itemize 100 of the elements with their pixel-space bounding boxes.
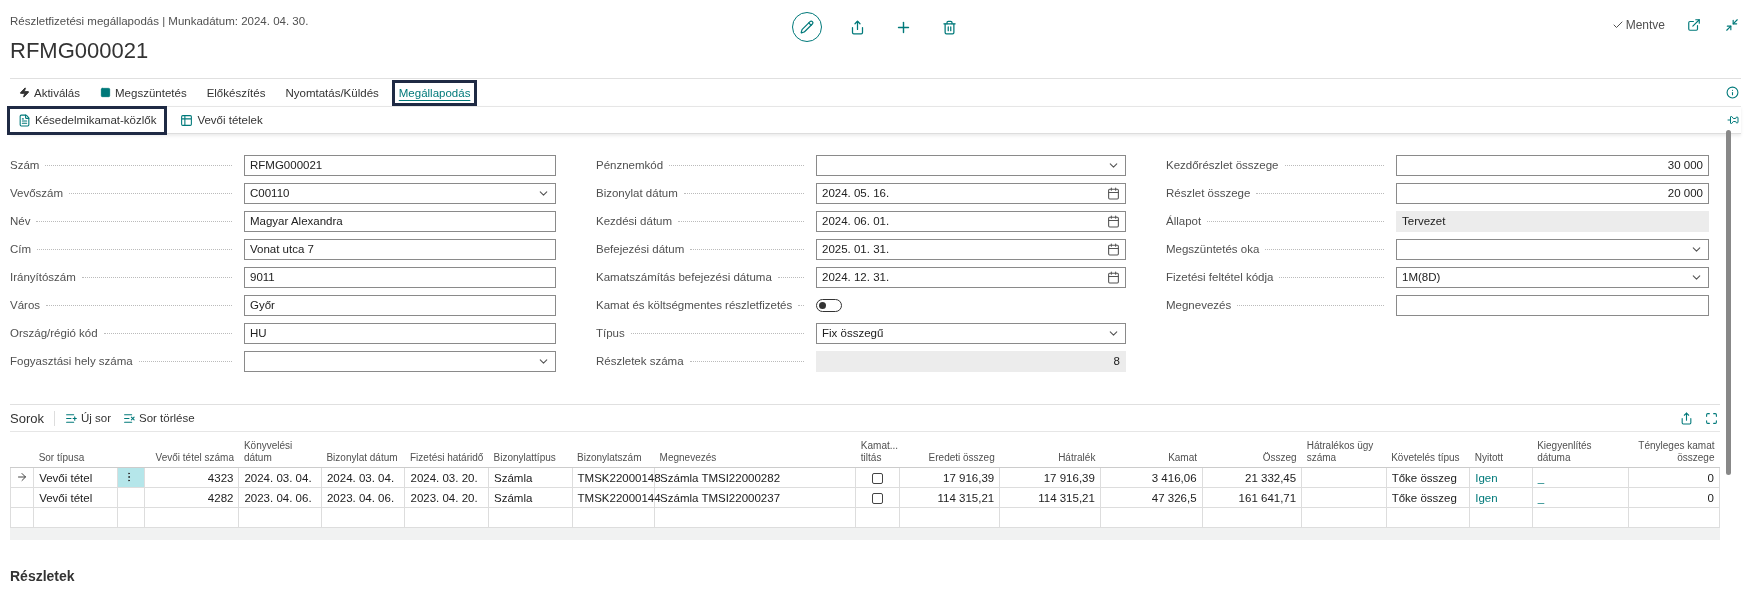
table-cell: Számla — [494, 471, 533, 484]
field-value: Vonat utca 7 — [250, 243, 314, 255]
column-header[interactable]: Eredeti összeg — [899, 438, 1000, 468]
dropdown-field[interactable] — [244, 350, 556, 372]
calendar-icon — [1107, 242, 1120, 256]
table-cell: 2023. 04. 20. — [410, 491, 478, 504]
table-cell: Számla — [494, 491, 533, 504]
table-cell: 21 332,45 — [1245, 471, 1297, 484]
dropdown-field[interactable]: C00110 — [244, 182, 556, 204]
column-header[interactable]: Kamat... tiltás — [855, 438, 900, 468]
field-value: Fix összegű — [822, 327, 884, 339]
field-value: 2025. 01. 31. — [822, 243, 890, 255]
field-value: 1M(8D) — [1402, 271, 1441, 283]
column-header[interactable]: Összeg — [1202, 438, 1302, 468]
action-button[interactable]: Vevői tételek — [172, 108, 271, 132]
input-field[interactable]: RFMG000021 — [244, 154, 556, 176]
field-value: 30 000 — [1667, 159, 1703, 171]
table-link[interactable]: _ — [1537, 491, 1545, 504]
table-link[interactable]: _ — [1537, 471, 1545, 484]
open-new-window-button[interactable] — [1685, 16, 1703, 34]
calendar-icon — [1107, 186, 1120, 200]
column-header[interactable]: Vevői tétel száma — [144, 438, 239, 468]
column-header[interactable]: Fizetési határidő — [405, 438, 489, 468]
table-cell: 2024. 03. 20. — [410, 471, 478, 484]
table-cell: 17 916,39 — [1043, 471, 1095, 484]
date-field[interactable]: 2024. 06. 01. — [816, 210, 1126, 232]
checkbox[interactable] — [871, 472, 883, 484]
column-header[interactable]: Sor típusa — [33, 438, 118, 468]
add-row-icon — [64, 411, 78, 425]
dropdown-field[interactable] — [816, 154, 1126, 176]
table-cell: 4282 — [207, 491, 234, 504]
table-cell: 161 641,71 — [1238, 491, 1297, 504]
input-field[interactable]: 9011 — [244, 266, 556, 288]
column-header[interactable]: Könyvelési dátum — [238, 438, 322, 468]
column-header[interactable]: Hátralékos ügy száma — [1301, 438, 1387, 468]
table-cell: 2024. 03. 04. — [326, 471, 395, 484]
column-header[interactable]: Kiegyenlítés dátuma — [1532, 438, 1629, 468]
table-cell: Számla TMSI22000237 — [660, 491, 781, 504]
saved-status: Mentve — [1611, 18, 1665, 32]
dropdown-field[interactable]: Fix összegű — [816, 322, 1126, 344]
calendar-icon — [1107, 270, 1120, 284]
table-cell: 0 — [1707, 491, 1714, 504]
table-cell: 4323 — [207, 471, 234, 484]
input-field[interactable] — [1396, 294, 1709, 316]
field-value: 2024. 12. 31. — [822, 271, 890, 283]
table-cell: TMSK22000144 — [577, 491, 661, 504]
info-icon[interactable] — [1724, 84, 1741, 101]
square-icon — [100, 87, 112, 98]
table-icon — [180, 113, 194, 127]
menu-tab[interactable]: Nyomtatás/Küldés — [281, 82, 383, 103]
toolbar-button[interactable]: Új sor — [62, 409, 113, 427]
field-value: RFMG000021 — [250, 159, 323, 171]
action-button[interactable]: Késedelmikamat-közlők — [10, 108, 165, 132]
input-field[interactable]: HU — [244, 322, 556, 344]
field-value: 9011 — [250, 271, 275, 283]
table-cell: 2023. 04. 06. — [244, 491, 312, 504]
column-header[interactable]: Követelés típus — [1386, 438, 1470, 468]
field-value: C00110 — [250, 187, 290, 199]
table-cell: 3 416,06 — [1151, 471, 1197, 484]
column-header[interactable]: Megnevezés — [654, 438, 856, 468]
record-title: RFMG000021 — [10, 38, 150, 65]
section-title: Részletek — [10, 568, 76, 584]
date-field[interactable]: 2025. 01. 31. — [816, 238, 1126, 260]
table-cell: Tőke összeg — [1391, 471, 1457, 484]
input-field[interactable]: 20 000 — [1396, 182, 1709, 204]
column-header[interactable]: Hátralék — [999, 438, 1101, 468]
dropdown-field[interactable]: 1M(8D) — [1396, 266, 1709, 288]
dropdown-field[interactable] — [1396, 238, 1709, 260]
input-field[interactable]: Magyar Alexandra — [244, 210, 556, 232]
table-cell: 47 326,5 — [1151, 491, 1197, 504]
menu-tab[interactable]: Megállapodás — [394, 82, 475, 103]
field-value: 2024. 05. 16. — [822, 187, 890, 199]
input-field[interactable]: 30 000 — [1396, 154, 1709, 176]
menu-tab[interactable]: Megszüntetés — [96, 82, 191, 103]
field-value: Magyar Alexandra — [250, 215, 343, 227]
date-field[interactable]: 2024. 12. 31. — [816, 266, 1126, 288]
column-header[interactable]: Tényleges kamat összege — [1628, 438, 1720, 468]
toggle-switch[interactable] — [816, 298, 842, 312]
toolbar-button[interactable]: Sor törlése — [121, 409, 197, 427]
column-header[interactable]: Bizonylattípus — [488, 438, 573, 468]
date-field[interactable]: 2024. 05. 16. — [816, 182, 1126, 204]
lightning-icon — [19, 87, 30, 98]
menu-tab[interactable]: Aktiválás — [15, 82, 85, 103]
column-header[interactable]: Kamat — [1100, 438, 1203, 468]
document-icon — [18, 113, 31, 127]
input-field[interactable]: Győr — [244, 294, 556, 316]
column-header[interactable]: Nyitott — [1469, 438, 1533, 468]
edit-button[interactable] — [792, 12, 822, 42]
column-header[interactable]: Bizonylat dátum — [321, 438, 405, 468]
column-header[interactable]: Bizonylatszám — [572, 438, 655, 468]
table-cell: Vevői tétel — [39, 491, 93, 504]
menu-tab[interactable]: Előkészítés — [202, 82, 270, 103]
collapse-button[interactable] — [1723, 16, 1741, 34]
field-value: 8 — [1113, 355, 1120, 367]
checkbox[interactable] — [871, 492, 883, 504]
table-cell: 17 916,39 — [943, 471, 995, 484]
input-field[interactable]: Vonat utca 7 — [244, 238, 556, 260]
table-cell: 2024. 03. 04. — [244, 471, 312, 484]
table-cell: 114 315,21 — [937, 491, 995, 504]
table-cell: 114 315,21 — [1038, 491, 1095, 504]
